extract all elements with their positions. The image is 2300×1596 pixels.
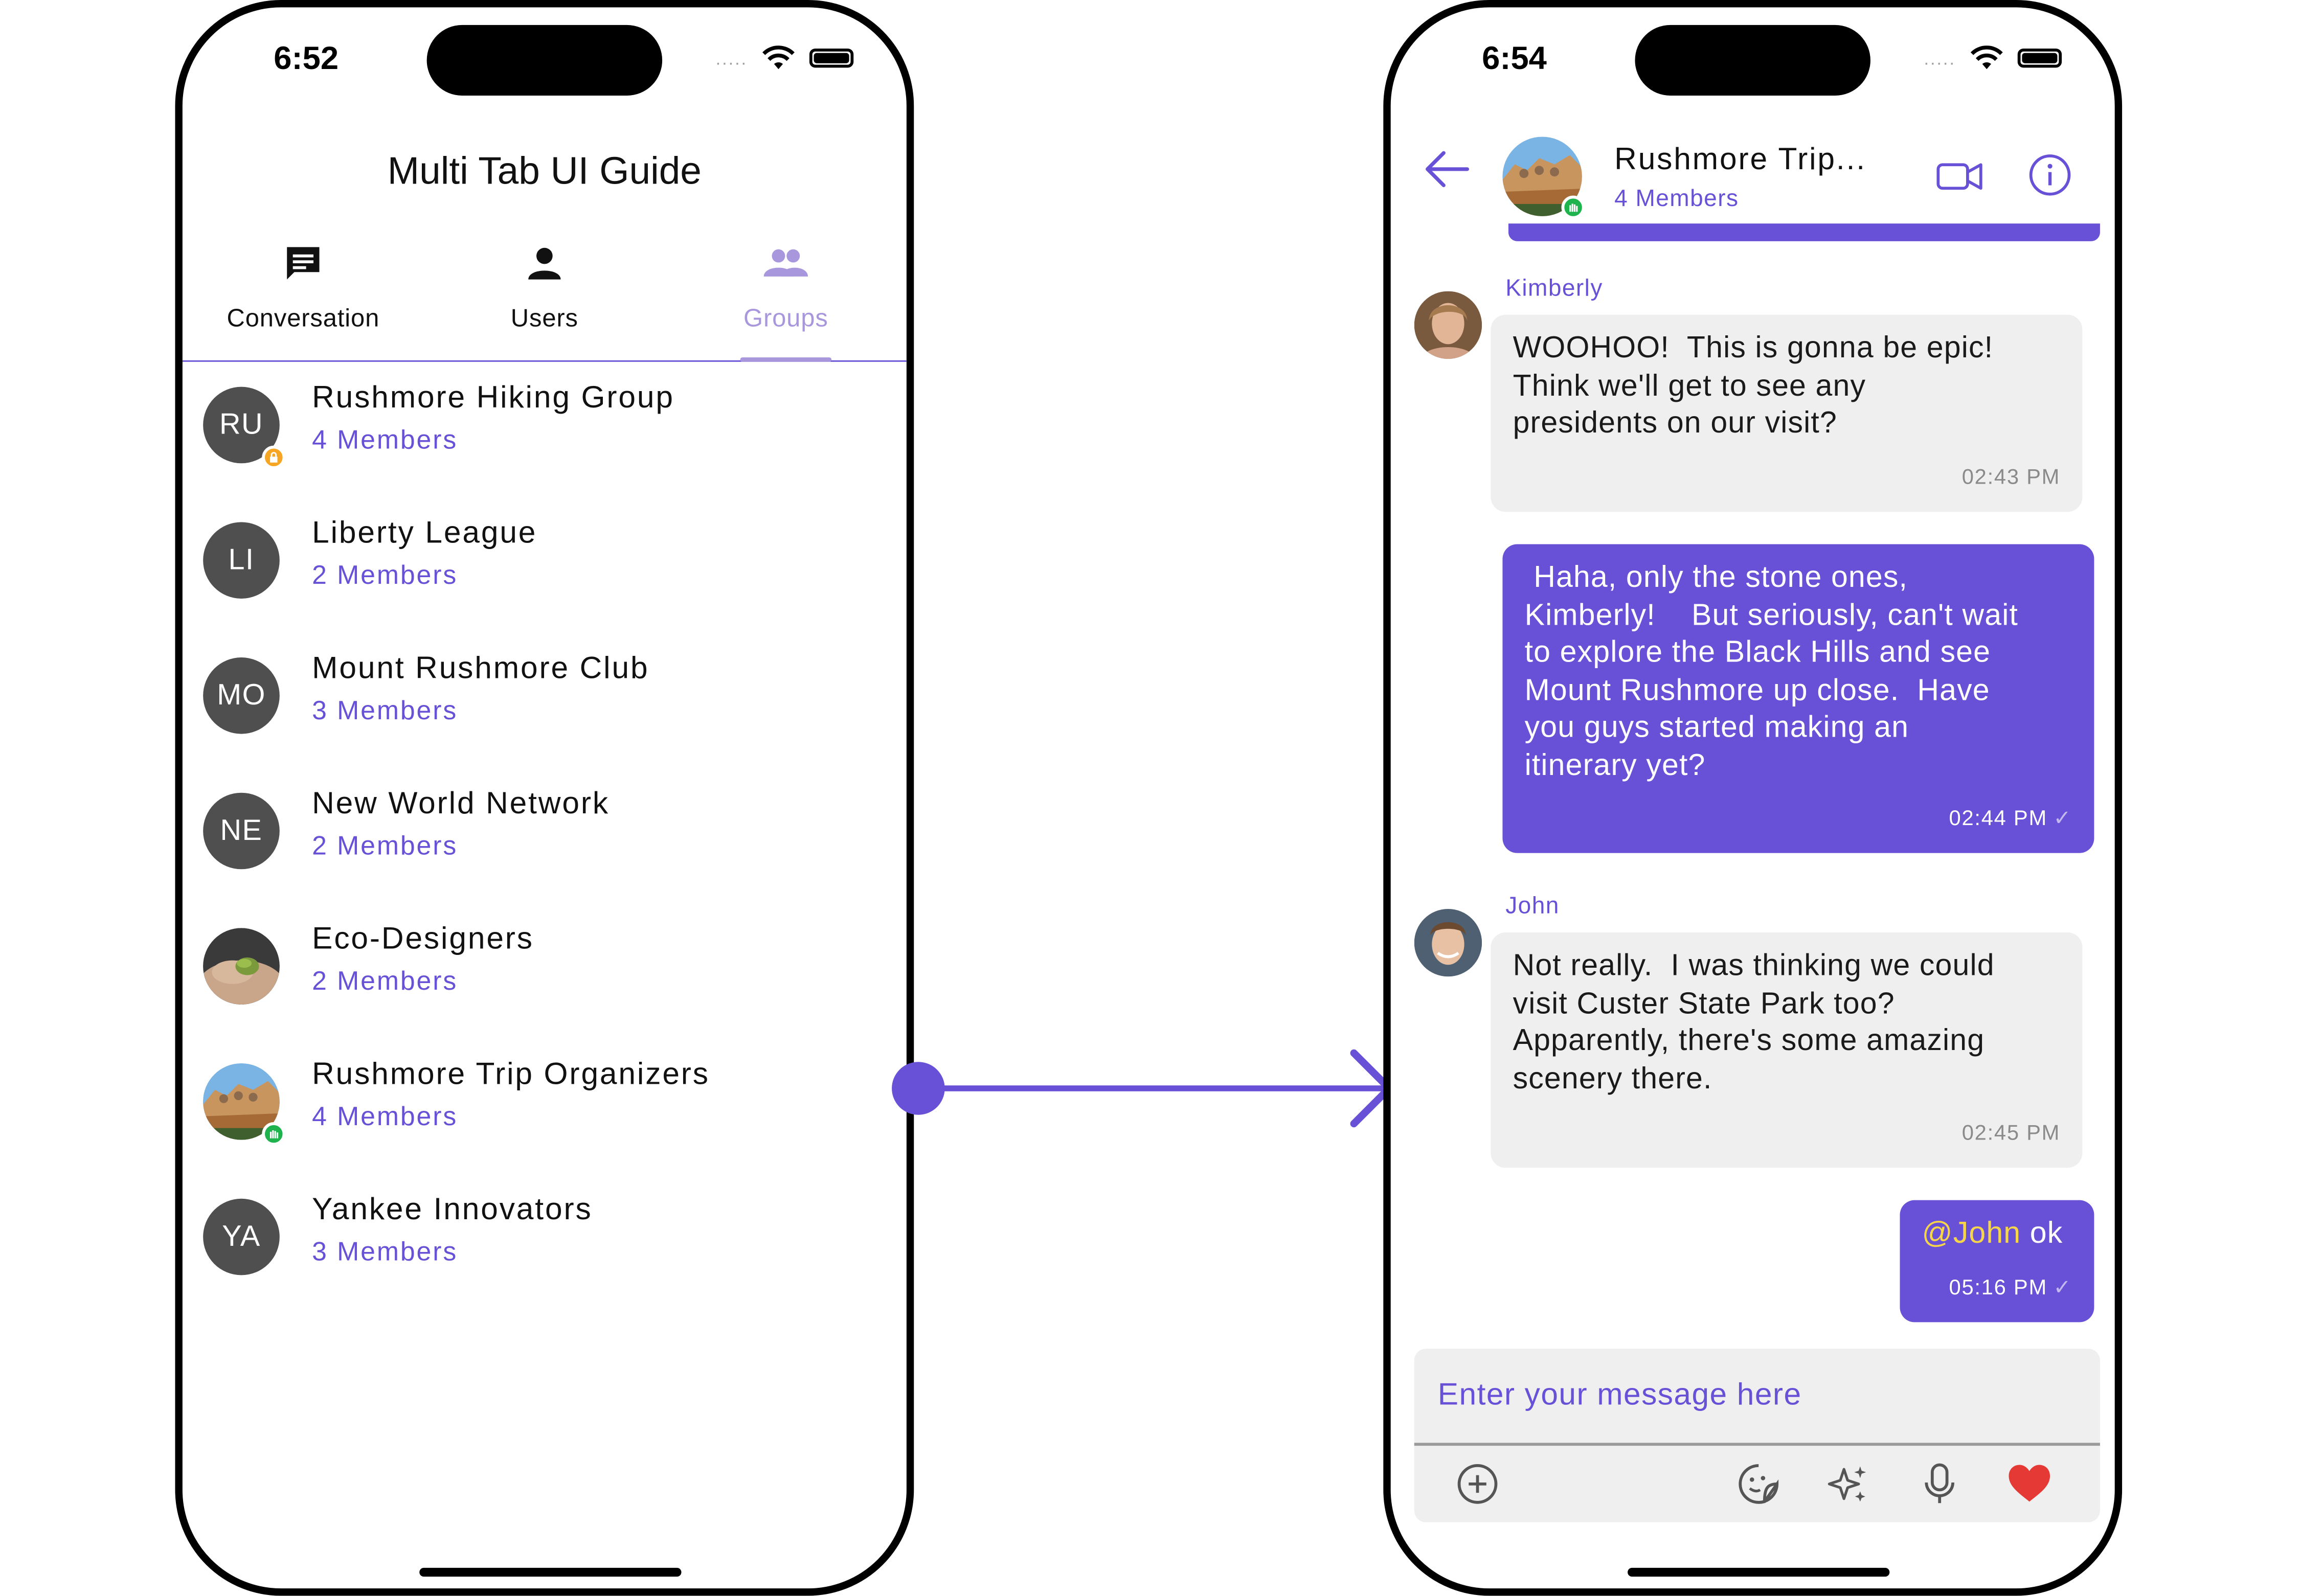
message-bubble-outgoing[interactable]: Haha, only the stone ones, Kimberly! But… bbox=[1502, 544, 2094, 853]
home-indicator bbox=[1628, 1567, 1890, 1577]
wifi-icon bbox=[1970, 45, 2003, 70]
video-call-icon[interactable] bbox=[1935, 157, 1986, 196]
back-arrow-icon[interactable] bbox=[1423, 149, 1470, 190]
heart-icon[interactable] bbox=[2006, 1461, 2053, 1508]
mention: @John bbox=[1922, 1216, 2021, 1250]
message-time: 02:43 PM bbox=[1961, 465, 2061, 489]
message-time: 05:16 PM ✓ bbox=[1949, 1270, 2072, 1307]
message-bubble-outgoing[interactable]: @John ok 05:16 PM ✓ bbox=[1900, 1200, 2094, 1323]
message-text: WOOHOO! This is gonna be epic! Think we'… bbox=[1513, 331, 1994, 440]
chat-title: Rushmore Trip... bbox=[1614, 143, 1866, 177]
message-text: @John ok bbox=[1922, 1216, 2063, 1250]
hand-icon bbox=[1561, 195, 1585, 219]
battery-icon bbox=[2017, 48, 2062, 68]
message-bubble-incoming[interactable]: WOOHOO! This is gonna be epic! Think we'… bbox=[1491, 314, 2083, 512]
signal-icon: ..... bbox=[1924, 48, 1956, 69]
message-time: 02:45 PM bbox=[1961, 1121, 2061, 1145]
status-icons: ..... bbox=[1924, 45, 2062, 71]
sender-name: Kimberly bbox=[1505, 276, 1603, 302]
message-text: Not really. I was thinking we could visi… bbox=[1513, 948, 1995, 1095]
chat-subtitle: 4 Members bbox=[1614, 187, 1739, 212]
ai-sparkle-icon[interactable] bbox=[1825, 1461, 1872, 1508]
sticker-icon[interactable] bbox=[1735, 1461, 1782, 1508]
header-accent-bar bbox=[1508, 223, 2100, 241]
status-time: 6:54 bbox=[1482, 39, 1547, 77]
info-icon[interactable] bbox=[2026, 151, 2073, 198]
phone-group-chat: 6:54 ..... Rushmore Trip... 4 Members Ki… bbox=[1383, 0, 2123, 1596]
message-input[interactable]: Enter your message here bbox=[1438, 1378, 1802, 1413]
read-check-icon: ✓ bbox=[2053, 807, 2072, 831]
message-text: Haha, only the stone ones, Kimberly! But… bbox=[1524, 560, 2019, 782]
read-check-icon: ✓ bbox=[2053, 1275, 2072, 1299]
microphone-icon[interactable] bbox=[1916, 1461, 1963, 1508]
avatar bbox=[1414, 291, 1482, 359]
message-composer: Enter your message here bbox=[1414, 1349, 2100, 1522]
add-attachment-icon[interactable] bbox=[1454, 1461, 1501, 1508]
message-bubble-incoming[interactable]: Not really. I was thinking we could visi… bbox=[1491, 932, 2083, 1168]
diagram-stage: 6:52 ..... Multi Tab UI Guide Conversati… bbox=[0, 0, 2300, 1596]
group-avatar bbox=[1502, 136, 1585, 219]
message-time: 02:44 PM ✓ bbox=[1949, 801, 2072, 838]
composer-divider bbox=[1414, 1443, 2100, 1445]
dynamic-island bbox=[1635, 25, 1870, 96]
sender-name: John bbox=[1505, 894, 1560, 920]
avatar bbox=[1414, 908, 1482, 977]
